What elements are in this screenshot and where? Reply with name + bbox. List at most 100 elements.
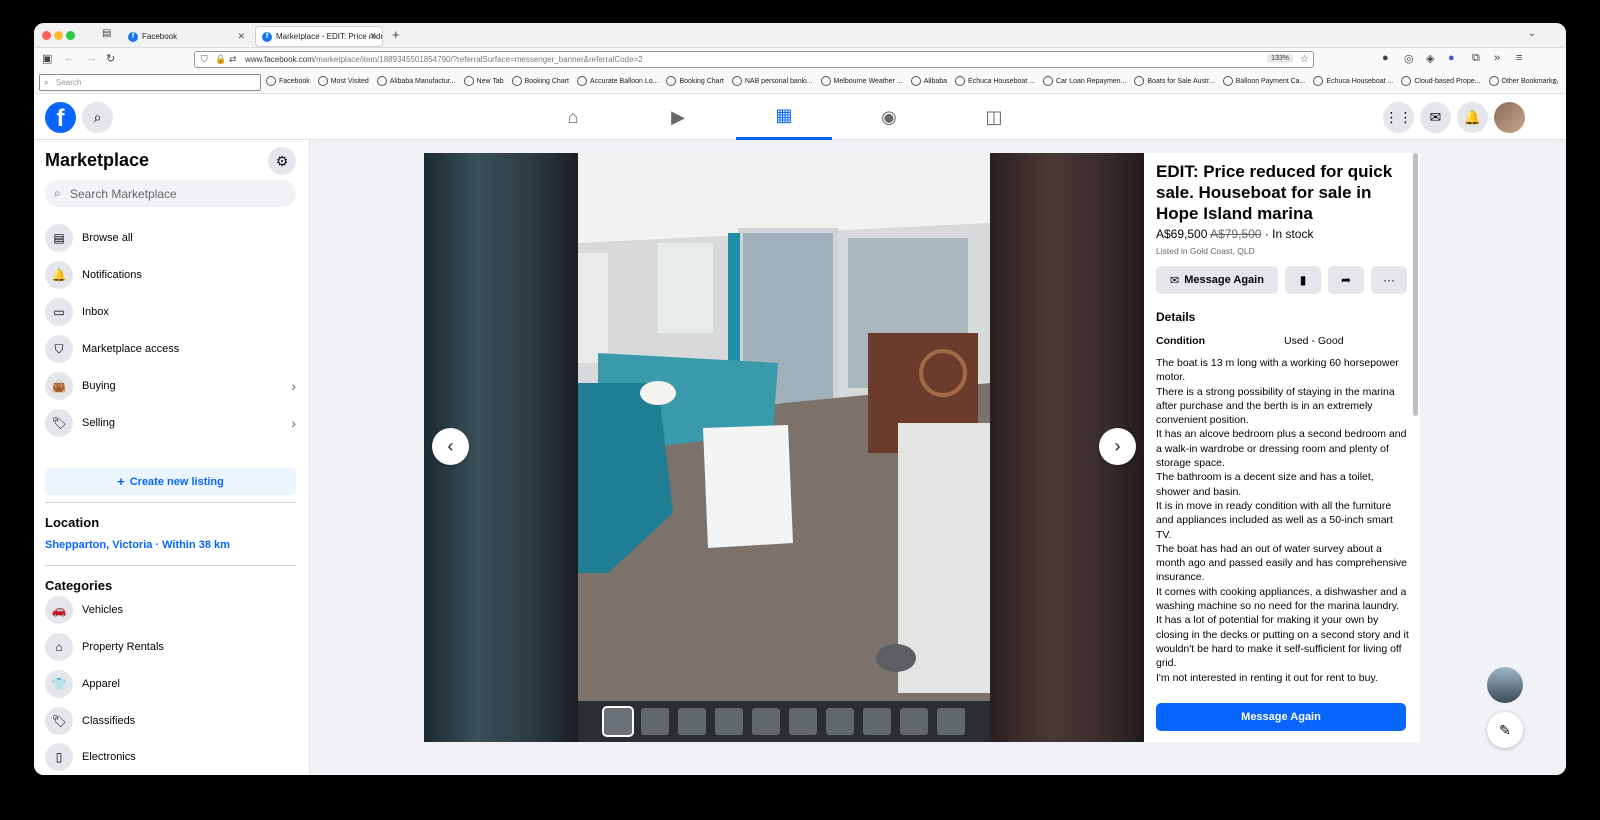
new-tab-icon[interactable]: +	[392, 27, 400, 42]
new-message-button[interactable]: ✎	[1487, 712, 1523, 748]
nav-groups-icon[interactable]: ◉	[841, 94, 937, 140]
category-property-rentals[interactable]: ⌂ Property Rentals	[45, 631, 300, 663]
bookmark-item[interactable]: Other Bookmarks	[1489, 76, 1556, 86]
close-tab-icon[interactable]: ✕	[237, 31, 245, 42]
photo-thumbnail[interactable]	[826, 708, 854, 735]
forward-icon[interactable]: →	[86, 52, 97, 64]
lock-icon[interactable]: 🔒	[215, 54, 226, 65]
create-new-listing-button[interactable]: + Create new listing	[45, 468, 296, 495]
photo-thumbnail[interactable]	[863, 708, 891, 735]
bookmark-item[interactable]: Car Loan Repaymen...	[1043, 76, 1126, 86]
create-listing-label: Create new listing	[129, 475, 224, 488]
menu-grid-icon[interactable]: ⋮⋮	[1383, 102, 1414, 133]
permissions-icon[interactable]: ⇄	[229, 54, 237, 65]
nav-marketplace-icon[interactable]: ▦	[736, 94, 832, 140]
tab-overview-icon[interactable]: ▤	[102, 28, 111, 39]
bookmark-item[interactable]: Cloud-based Prope...	[1401, 76, 1480, 86]
shield-icon[interactable]: ⛉	[201, 54, 208, 65]
sidebar-icon[interactable]: ▣	[42, 52, 52, 65]
chevron-down-icon[interactable]: ⌄	[1528, 28, 1536, 39]
messenger-icon[interactable]: ✉	[1420, 102, 1451, 133]
nav-gaming-icon[interactable]: ◫	[946, 94, 1042, 140]
reload-icon[interactable]: ↻	[106, 52, 115, 65]
nav-home-icon[interactable]: ⌂	[525, 94, 621, 140]
extension-icon[interactable]: ●	[1448, 52, 1455, 64]
close-tab-icon[interactable]: ✕	[369, 31, 377, 42]
photo-thumbnail[interactable]	[900, 708, 928, 735]
more-icon: ···	[1383, 273, 1395, 287]
url-bar[interactable]: ⛉ 🔒 ⇄ www.facebook.com/marketplace/item/…	[194, 51, 1314, 68]
bookmark-item[interactable]: Echuca Houseboat ...	[1313, 76, 1393, 86]
bag-icon: 👜	[45, 372, 73, 400]
previous-photo-button[interactable]: ‹	[432, 428, 469, 465]
account-icon[interactable]: ●	[1382, 52, 1389, 64]
bookmark-item[interactable]: Boats for Sale Austr...	[1134, 76, 1214, 86]
bell-icon[interactable]: 🔔	[1457, 102, 1488, 133]
message-again-bottom-button[interactable]: Message Again	[1156, 703, 1406, 731]
next-photo-button[interactable]: ›	[1099, 428, 1136, 465]
bookmark-item[interactable]: Most Visited	[318, 76, 369, 86]
sidebar-item-selling[interactable]: 🏷 Selling ›	[45, 407, 300, 439]
chat-head-avatar[interactable]	[1487, 667, 1523, 703]
photo-thumbnail[interactable]	[937, 708, 965, 735]
bookmark-item[interactable]: Echuca Houseboat ...	[955, 76, 1035, 86]
category-electronics[interactable]: ▯ Electronics	[45, 741, 300, 773]
minimize-window-button[interactable]	[54, 31, 63, 40]
url-host: www.facebook.com	[245, 55, 314, 64]
zoom-window-button[interactable]	[66, 31, 75, 40]
bookmark-item[interactable]: Booking Chart	[666, 76, 723, 86]
bookmark-item[interactable]: Melbourne Weather ...	[821, 76, 903, 86]
extensions-puzzle-icon[interactable]: ⧉	[1472, 52, 1480, 65]
listing-details-panel: EDIT: Price reduced for quick sale. Hous…	[1144, 153, 1420, 742]
browser-search-input[interactable]: ⌕ Search	[39, 74, 261, 91]
tags-icon: 🏷	[45, 707, 73, 735]
sidebar-item-marketplace-access[interactable]: ⛉ Marketplace access	[45, 333, 300, 365]
bookmark-item[interactable]: Balloon Payment Ca...	[1223, 76, 1306, 86]
sidebar-item-buying[interactable]: 👜 Buying ›	[45, 370, 300, 402]
close-window-button[interactable]	[42, 31, 51, 40]
bookmark-item[interactable]: Accurate Balloon Lo...	[577, 76, 659, 86]
photo-thumbnail[interactable]	[602, 706, 634, 737]
profile-avatar[interactable]	[1494, 102, 1525, 133]
save-button[interactable]: ▮	[1285, 266, 1321, 294]
bookmark-item[interactable]: Facebook	[266, 76, 310, 86]
listing-photo[interactable]	[578, 153, 990, 701]
bookmark-item[interactable]: Alibaba Manufactur...	[377, 76, 456, 86]
bookmark-item[interactable]: NAB personal banki...	[732, 76, 813, 86]
category-apparel[interactable]: 👕 Apparel	[45, 668, 300, 700]
nav-video-icon[interactable]: ▶	[630, 94, 726, 140]
photo-thumbnail[interactable]	[641, 708, 669, 735]
extension-icon[interactable]: ◈	[1426, 52, 1434, 65]
marketplace-search-input[interactable]: ⌕ Search Marketplace	[45, 180, 296, 207]
photo-thumbnail[interactable]	[678, 708, 706, 735]
share-button[interactable]: ➦	[1328, 266, 1364, 294]
message-again-button[interactable]: ✉ Message Again	[1156, 266, 1278, 294]
menu-icon[interactable]: ≡	[1516, 52, 1522, 64]
bookmark-star-icon[interactable]: ☆	[1300, 54, 1309, 65]
more-options-button[interactable]: ···	[1371, 266, 1407, 294]
tab-facebook[interactable]: f Facebook ✕	[122, 26, 250, 47]
home-icon[interactable]: ⌂	[1553, 76, 1558, 86]
facebook-logo-icon[interactable]: f	[45, 102, 76, 133]
category-classifieds[interactable]: 🏷 Classifieds	[45, 705, 300, 737]
photo-thumbnail[interactable]	[789, 708, 817, 735]
overflow-chevron-icon[interactable]: »	[1494, 52, 1500, 64]
extension-icon[interactable]: ◎	[1404, 52, 1414, 65]
sidebar-item-notifications[interactable]: 🔔 Notifications	[45, 259, 300, 291]
location-link[interactable]: Shepparton, Victoria · Within 38 km	[45, 539, 230, 551]
photo-thumbnail[interactable]	[715, 708, 743, 735]
bookmark-item[interactable]: Booking Chart	[512, 76, 569, 86]
bookmark-item[interactable]: New Tab	[464, 76, 504, 86]
photo-thumbnail[interactable]	[752, 708, 780, 735]
sidebar-item-inbox[interactable]: ▭ Inbox	[45, 296, 300, 328]
bookmark-item[interactable]: Alibaba	[911, 76, 947, 86]
zoom-level-badge[interactable]: 133%	[1267, 54, 1293, 63]
tab-marketplace[interactable]: f Marketplace - EDIT: Price reduc ✕	[255, 26, 383, 47]
search-icon[interactable]: ⌕	[82, 102, 113, 133]
sidebar-item-browse-all[interactable]: ▤ Browse all	[45, 222, 300, 254]
scrollbar[interactable]	[1413, 153, 1418, 416]
chevron-left-icon: ‹	[447, 436, 454, 456]
gear-icon[interactable]: ⚙	[268, 147, 296, 175]
back-icon[interactable]: ←	[64, 52, 75, 64]
category-vehicles[interactable]: 🚗 Vehicles	[45, 594, 300, 626]
